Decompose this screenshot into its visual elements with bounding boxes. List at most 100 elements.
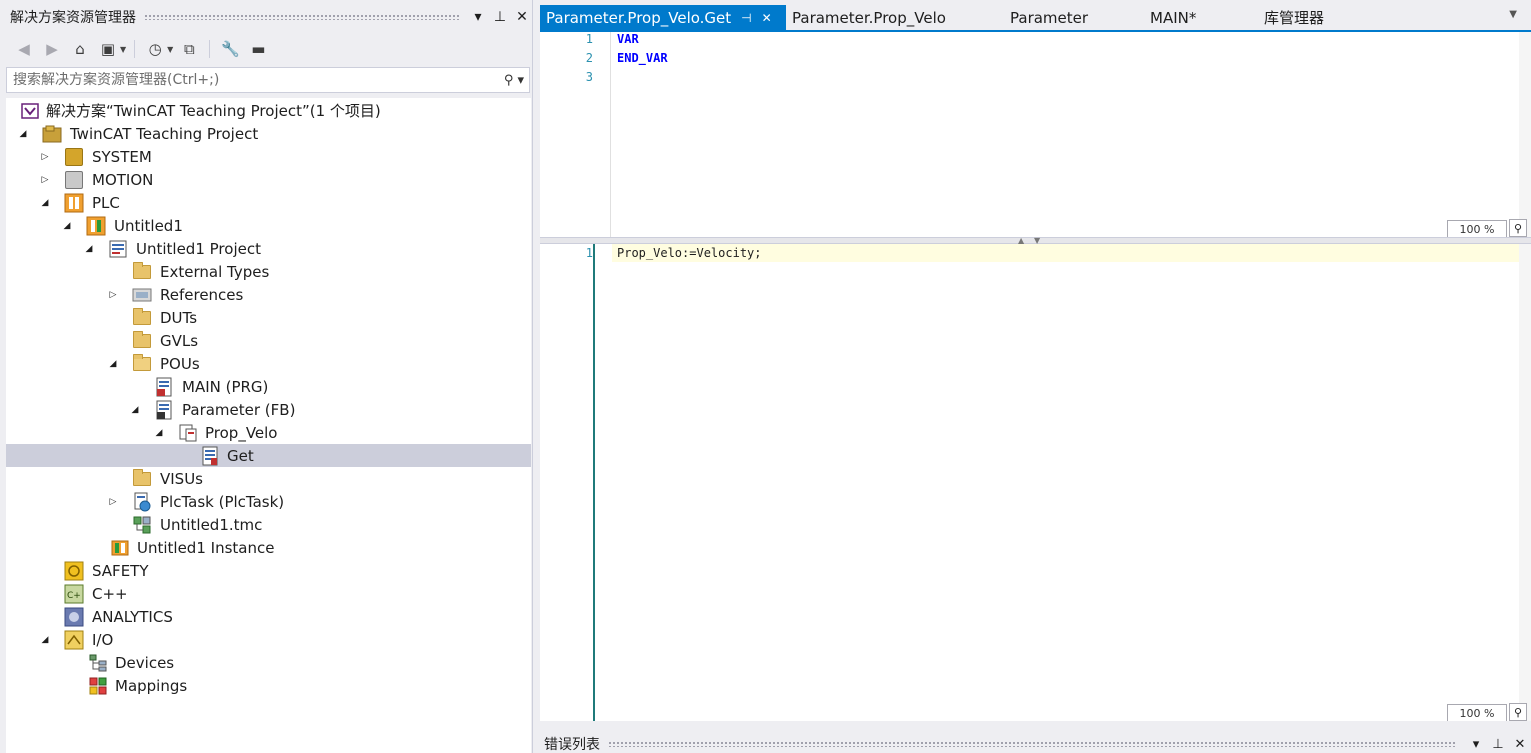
title-grip[interactable] — [144, 14, 459, 20]
expanded-triangle-icon[interactable]: ◢ — [82, 242, 96, 256]
pin-icon[interactable]: ⊥ — [1487, 737, 1509, 752]
tree-item-gvls[interactable]: GVLs — [6, 329, 531, 352]
tree-item-io[interactable]: ◢ I/O — [6, 628, 531, 651]
plc-project-icon — [86, 216, 106, 236]
tree-item-label: VISUs — [160, 469, 204, 488]
expanded-triangle-icon[interactable]: ◢ — [106, 357, 120, 371]
line-number: 1 — [585, 32, 593, 46]
vertical-scrollbar[interactable] — [1519, 244, 1531, 721]
search-icon[interactable]: ⚲ ▾ — [499, 73, 529, 88]
tab-parameter-prop-velo[interactable]: Parameter.Prop_Velo — [786, 5, 1004, 30]
zoom-level[interactable]: 100 % — [1447, 704, 1507, 721]
expanded-triangle-icon[interactable]: ◢ — [152, 426, 166, 440]
tree-item-untitled1-project[interactable]: ◢ Untitled1 Project — [6, 237, 531, 260]
error-list-title[interactable]: 错误列表 — [544, 734, 600, 753]
tree-item-visus[interactable]: VISUs — [6, 467, 531, 490]
collapsed-triangle-icon[interactable]: ▷ — [38, 150, 52, 164]
vertical-scrollbar[interactable] — [1519, 32, 1531, 237]
tree-item-main-prg[interactable]: MAIN (PRG) — [6, 375, 531, 398]
solution-search-input[interactable] — [13, 72, 499, 88]
pending-changes-icon[interactable]: ◷ — [143, 37, 167, 61]
gutter-divider — [610, 32, 611, 237]
tree-item-untitled1[interactable]: ◢ Untitled1 — [6, 214, 531, 237]
collapsed-triangle-icon[interactable]: ▷ — [38, 173, 52, 187]
declaration-editor[interactable]: 1 2 3 VAR END_VAR 100 % ⚲ — [540, 32, 1531, 237]
tree-item-label: SYSTEM — [92, 147, 152, 166]
zoom-icon[interactable]: ⚲ — [1509, 703, 1527, 721]
title-grip[interactable] — [608, 741, 1457, 747]
expanded-triangle-icon[interactable]: ◢ — [16, 127, 30, 141]
close-icon[interactable]: ✕ — [762, 11, 772, 25]
tree-item-cpp[interactable]: C+ C++ — [6, 582, 531, 605]
editor-splitter[interactable]: ▲ ▼ — [540, 236, 1531, 245]
forward-icon[interactable]: ▶ — [40, 37, 64, 61]
implementation-editor[interactable]: 1 Prop_Velo:=Velocity; 100 % ⚲ — [540, 244, 1531, 721]
close-icon[interactable]: ✕ — [1509, 737, 1531, 752]
expanded-triangle-icon[interactable]: ◢ — [38, 633, 52, 647]
back-icon[interactable]: ◀ — [12, 37, 36, 61]
tree-item-safety[interactable]: SAFETY — [6, 559, 531, 582]
tree-item-solution[interactable]: 解决方案“TwinCAT Teaching Project”(1 个项目) — [6, 99, 531, 122]
chevron-down-icon[interactable]: ▾ — [1465, 737, 1487, 752]
chevron-down-icon[interactable]: ▼ — [1509, 9, 1517, 20]
expanded-triangle-icon[interactable]: ◢ — [38, 196, 52, 210]
tree-item-system[interactable]: ▷ SYSTEM — [6, 145, 531, 168]
tree-item-analytics[interactable]: ANALYTICS — [6, 605, 531, 628]
code-line: END_VAR — [617, 51, 668, 65]
tree-item-label: Untitled1 — [114, 216, 183, 235]
line-number-gutter: 1 2 3 — [540, 32, 610, 237]
chevron-down-icon[interactable]: ▼ — [120, 45, 126, 54]
pin-icon[interactable]: ⊥ — [489, 6, 511, 28]
tab-main[interactable]: MAIN* — [1144, 5, 1258, 30]
motion-icon — [64, 170, 84, 190]
tab-parameter-prop-velo-get[interactable]: Parameter.Prop_Velo.Get ⊣ ✕ — [540, 5, 786, 30]
tree-item-untitled1-tmc[interactable]: Untitled1.tmc — [6, 513, 531, 536]
tree-item-label: GVLs — [160, 331, 199, 350]
tree-item-duts[interactable]: DUTs — [6, 306, 531, 329]
toolbar-divider — [209, 40, 211, 58]
folder-icon — [132, 261, 152, 282]
tab-label: 库管理器 — [1264, 9, 1325, 27]
switch-views-icon[interactable]: ▣ — [96, 37, 120, 61]
tree-item-get[interactable]: Get — [6, 444, 531, 467]
collapse-all-icon[interactable]: ⧉ — [177, 37, 201, 61]
pin-icon[interactable]: ⊣ — [741, 11, 751, 25]
solution-search-box[interactable]: ⚲ ▾ — [6, 67, 530, 93]
tree-item-twincat-project[interactable]: ◢ TwinCAT Teaching Project — [6, 122, 531, 145]
solution-explorer-panel: 解决方案资源管理器 ▾ ⊥ ✕ ◀ ▶ ⌂ ▣ ▼ ◷ ▼ ⧉ 🔧 ▬ ⚲ ▾ — [0, 0, 533, 753]
tab-library-manager[interactable]: 库管理器 — [1258, 5, 1358, 30]
properties-wrench-icon[interactable]: 🔧 — [218, 37, 242, 61]
collapsed-triangle-icon[interactable]: ▷ — [106, 495, 120, 509]
solution-explorer-title: 解决方案资源管理器 — [10, 10, 136, 26]
tree-item-mappings[interactable]: Mappings — [6, 674, 531, 697]
tree-item-plctask[interactable]: ▷ PlcTask (PlcTask) — [6, 490, 531, 513]
tree-item-pous[interactable]: ◢ POUs — [6, 352, 531, 375]
tab-parameter[interactable]: Parameter — [1004, 5, 1144, 30]
tree-item-label: Parameter (FB) — [182, 400, 296, 419]
expanded-triangle-icon[interactable]: ◢ — [128, 403, 142, 417]
zoom-level[interactable]: 100 % — [1447, 220, 1507, 237]
zoom-icon[interactable]: ⚲ — [1509, 219, 1527, 237]
tree-item-untitled1-instance[interactable]: Untitled1 Instance — [6, 536, 531, 559]
minus-icon[interactable]: ▬ — [246, 37, 270, 61]
collapsed-triangle-icon[interactable]: ▷ — [106, 288, 120, 302]
expanded-triangle-icon[interactable]: ◢ — [60, 219, 74, 233]
tab-label: MAIN* — [1150, 8, 1197, 27]
tree-item-parameter-fb[interactable]: ◢ Parameter (FB) — [6, 398, 531, 421]
document-tab-strip: Parameter.Prop_Velo.Get ⊣ ✕ Parameter.Pr… — [540, 5, 1531, 30]
home-icon[interactable]: ⌂ — [68, 37, 92, 61]
tree-item-label: 解决方案“TwinCAT Teaching Project”(1 个项目) — [46, 102, 381, 120]
tree-item-references[interactable]: ▷ References — [6, 283, 531, 306]
tab-label: Parameter.Prop_Velo — [792, 8, 946, 27]
plc-icon — [64, 193, 84, 213]
tree-item-external-types[interactable]: External Types — [6, 260, 531, 283]
close-icon[interactable]: ✕ — [511, 6, 533, 28]
tree-item-devices[interactable]: Devices — [6, 651, 531, 674]
chevron-down-icon[interactable]: ▾ — [467, 6, 489, 28]
tree-item-label: Untitled1.tmc — [160, 515, 263, 534]
tree-item-plc[interactable]: ◢ PLC — [6, 191, 531, 214]
safety-icon — [64, 561, 84, 581]
tree-item-motion[interactable]: ▷ MOTION — [6, 168, 531, 191]
tree-item-prop-velo[interactable]: ◢ Prop_Velo — [6, 421, 531, 444]
chevron-down-icon[interactable]: ▼ — [167, 45, 173, 54]
